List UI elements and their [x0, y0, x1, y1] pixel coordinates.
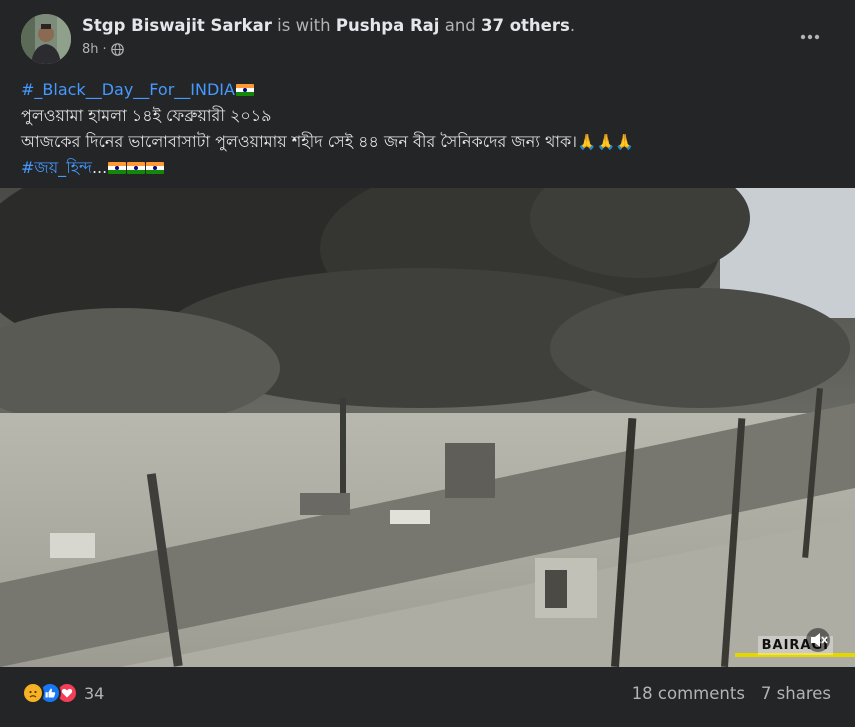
tagged-person[interactable]: Pushpa Raj — [336, 16, 440, 35]
post-meta: 8h · — [82, 42, 124, 57]
india-flag-icon — [235, 84, 254, 96]
speaker-muted-icon — [806, 628, 830, 652]
body-ellipsis: ... — [91, 158, 108, 177]
body-line-2: পুলওয়ামা হামলা ১৪ই ফেব্রুয়ারী ২০১৯ — [21, 106, 272, 125]
comments-count[interactable]: 18 comments — [632, 684, 745, 703]
tagged-others[interactable]: 37 others — [481, 16, 570, 35]
more-options-button[interactable] — [799, 26, 821, 48]
body-line-4: #জয়_হিন্দ... — [21, 155, 634, 181]
sad-icon — [22, 682, 44, 704]
body-line-3: আজকের দিনের ভালোবাসাটা পুলওয়ামায় শহীদ … — [21, 129, 634, 155]
shares-count[interactable]: 7 shares — [761, 684, 831, 703]
post-header: Stgp Biswajit Sarkar is with Pushpa Raj … — [82, 16, 575, 35]
india-flag-icon — [146, 162, 165, 174]
reactions-summary[interactable]: 34 — [22, 682, 104, 704]
with-text: is with — [277, 16, 331, 35]
engagement-stats: 18 comments 7 shares — [632, 684, 831, 703]
body-line-1: #_Black__Day__For__INDIA — [21, 77, 634, 103]
reaction-count: 34 — [84, 683, 105, 703]
author-name[interactable]: Stgp Biswajit Sarkar — [82, 16, 272, 35]
body-line-3-text: আজকের দিনের ভালোবাসাটা পুলওয়ামায় শহীদ … — [21, 132, 577, 151]
hashtag-jai-hind[interactable]: #জয়_হিন্দ — [21, 158, 92, 177]
more-horizontal-icon — [800, 34, 820, 40]
post-time[interactable]: 8h — [82, 42, 99, 57]
india-flag-icon — [127, 162, 146, 174]
video-player[interactable]: BAIRAGI — [0, 188, 855, 667]
post-body: #_Black__Day__For__INDIA পুলওয়ামা হামলা… — [21, 77, 634, 181]
folded-hands-icon: 🙏🙏🙏 — [577, 133, 634, 151]
globe-icon[interactable] — [110, 43, 124, 56]
header-period: . — [569, 16, 576, 35]
hashtag-black-day[interactable]: #_Black__Day__For__INDIA — [21, 80, 235, 99]
feed-post: Stgp Biswajit Sarkar is with Pushpa Raj … — [0, 0, 855, 727]
video-frame — [0, 188, 855, 667]
avatar-photo — [21, 14, 71, 64]
meta-dot: · — [102, 42, 107, 57]
author-avatar[interactable] — [21, 14, 71, 64]
and-text: and — [444, 16, 476, 35]
india-flag-icon — [108, 162, 127, 174]
mute-button[interactable] — [805, 627, 831, 653]
